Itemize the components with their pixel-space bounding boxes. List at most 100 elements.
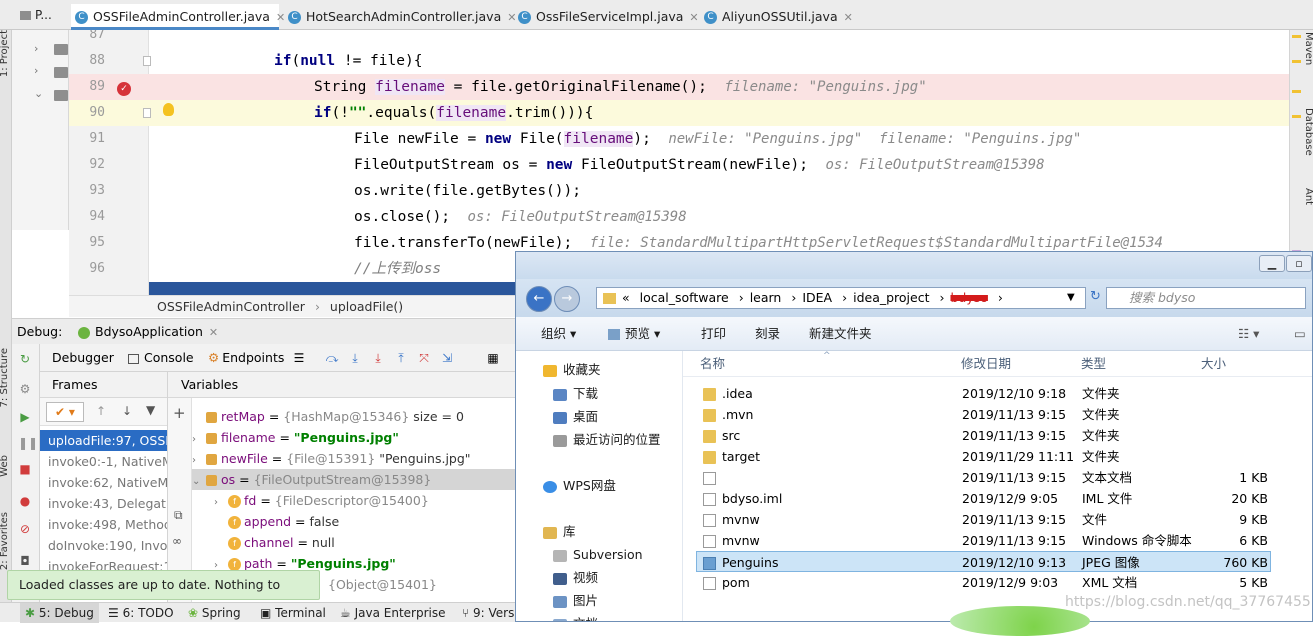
- burn-button[interactable]: 刻录: [755, 317, 780, 351]
- run-to-cursor-icon[interactable]: ⇲: [440, 351, 454, 365]
- fold-marker-icon[interactable]: [143, 108, 151, 118]
- forward-button[interactable]: →: [554, 286, 580, 312]
- status-terminal[interactable]: ▣ Terminal: [260, 603, 326, 623]
- file-row[interactable]: target 2019/11/29 11:11 文件夹: [696, 446, 1271, 467]
- nav-wps-drive[interactable]: WPS网盘: [543, 475, 616, 497]
- thread-select-dropdown[interactable]: ✔ ▾: [46, 402, 84, 422]
- frame-item[interactable]: invoke:498, Method: [40, 514, 167, 535]
- nav-downloads[interactable]: 下载: [553, 383, 598, 405]
- filter-icon[interactable]: ▼: [146, 403, 155, 417]
- file-row[interactable]: pom 2019/12/9 9:03 XML 文档 5 KB: [696, 572, 1271, 593]
- nav-favorites[interactable]: 收藏夹: [543, 359, 601, 381]
- tab-endpoints[interactable]: ⚙ Endpoints: [208, 344, 284, 372]
- view-options-icon[interactable]: ☷ ▾: [1238, 317, 1259, 351]
- variable-row[interactable]: f append = false: [192, 511, 518, 532]
- menu-icon[interactable]: ☰: [292, 351, 306, 365]
- search-input[interactable]: 搜索 bdyso: [1106, 287, 1306, 309]
- nav-recent[interactable]: 最近访问的位置: [553, 429, 661, 451]
- variable-row-selected[interactable]: ⌄ os = {FileOutputStream@15398}: [192, 469, 518, 490]
- address-separator[interactable]: ›: [842, 290, 847, 305]
- step-into-icon[interactable]: ⤓: [348, 351, 362, 365]
- chevron-right-icon[interactable]: ›: [192, 429, 206, 450]
- frame-item[interactable]: doInvoke:190, Invoca: [40, 535, 167, 556]
- address-input[interactable]: « local_software › learn › IDEA › idea_proj…: [596, 287, 1086, 309]
- address-separator[interactable]: ›: [791, 290, 796, 305]
- chevron-down-icon[interactable]: ▼: [1067, 288, 1075, 308]
- debug-config-tab[interactable]: BdysoApplication ✕: [78, 319, 218, 346]
- organize-button[interactable]: 组织 ▾: [541, 317, 576, 351]
- structure-tool-window[interactable]: 7: Structure: [0, 348, 10, 407]
- address-separator[interactable]: ›: [998, 290, 1003, 305]
- file-row[interactable]: 2019/11/13 9:15 文本文档 1 KB: [696, 467, 1271, 488]
- glasses-icon[interactable]: ∞: [172, 534, 182, 548]
- settings-icon[interactable]: ⚙: [18, 382, 32, 396]
- chevron-right-icon[interactable]: ›: [34, 64, 38, 77]
- address-separator[interactable]: ›: [939, 290, 944, 305]
- refresh-icon[interactable]: ↻: [1090, 289, 1104, 307]
- favorites-tool-window[interactable]: 2: Favorites: [0, 512, 10, 570]
- drop-frame-icon[interactable]: ⤧: [417, 351, 431, 365]
- web-tool-window[interactable]: Web: [0, 455, 10, 477]
- project-tool-window[interactable]: 1: Project: [0, 30, 10, 77]
- close-icon[interactable]: ✕: [844, 11, 853, 24]
- project-tab[interactable]: P...: [20, 0, 52, 30]
- frame-item[interactable]: invoke:62, NativeMet: [40, 472, 167, 493]
- address-segment[interactable]: local_software: [640, 290, 729, 305]
- preview-button[interactable]: 预览 ▾: [608, 317, 660, 351]
- copy-icon[interactable]: ⧉: [174, 508, 183, 523]
- file-row[interactable]: src 2019/11/13 9:15 文件夹: [696, 425, 1271, 446]
- new-folder-button[interactable]: 新建文件夹: [809, 317, 872, 351]
- step-out-icon[interactable]: ⤒: [394, 351, 408, 365]
- tab-ossfileserviceimpl[interactable]: C OssFileServiceImpl.java ✕: [514, 4, 700, 30]
- breadcrumb-method[interactable]: uploadFile(): [330, 299, 403, 314]
- back-button[interactable]: ←: [526, 286, 552, 312]
- address-segment-redacted[interactable]: bdyso: [950, 290, 987, 305]
- rerun-icon[interactable]: ↻: [18, 352, 32, 366]
- column-date[interactable]: 修改日期: [961, 351, 1011, 377]
- status-spring[interactable]: ❀ Spring: [188, 603, 241, 623]
- tab-console[interactable]: Console: [128, 344, 194, 372]
- address-more[interactable]: «: [622, 290, 630, 305]
- evaluate-icon[interactable]: ▦: [486, 351, 500, 365]
- add-watch-icon[interactable]: +: [173, 404, 186, 422]
- maven-tool-window[interactable]: Maven: [1303, 32, 1313, 65]
- status-java-enterprise[interactable]: ☕ Java Enterprise: [340, 603, 445, 623]
- arrow-up-icon[interactable]: ↑: [96, 404, 106, 418]
- address-separator[interactable]: ›: [739, 290, 744, 305]
- preview-pane-icon[interactable]: ▭: [1294, 317, 1306, 351]
- ant-tool-window[interactable]: Ant: [1303, 188, 1313, 205]
- tab-ossfileadmincontroller[interactable]: C OSSFileAdminController.java ✕: [71, 4, 285, 30]
- database-tool-window[interactable]: Database: [1303, 108, 1313, 156]
- maximize-button[interactable]: ▫: [1286, 255, 1312, 272]
- force-step-into-icon[interactable]: ⤓: [371, 351, 385, 365]
- chevron-right-icon[interactable]: ›: [214, 492, 228, 513]
- tab-hotsearchadmincontroller[interactable]: C HotSearchAdminController.java ✕: [284, 4, 516, 30]
- nav-documents[interactable]: 文档: [553, 613, 598, 621]
- notification-toast[interactable]: Loaded classes are up to date. Nothing t…: [7, 570, 320, 620]
- status-version-control[interactable]: ⑂ 9: Versi: [462, 603, 518, 623]
- variable-row[interactable]: retMap = {HashMap@15346} size = 0: [192, 406, 518, 427]
- tab-aliyunossutil[interactable]: C AliyunOSSUtil.java ✕: [700, 4, 853, 30]
- chevron-right-icon[interactable]: ›: [192, 450, 206, 471]
- chevron-down-icon[interactable]: ⌄: [34, 87, 43, 100]
- nav-subversion[interactable]: Subversion: [553, 544, 643, 566]
- file-row[interactable]: .mvn 2019/11/13 9:15 文件夹: [696, 404, 1271, 425]
- resume-icon[interactable]: ▶: [18, 410, 32, 424]
- nav-libraries[interactable]: 库: [543, 521, 576, 543]
- warning-marker[interactable]: [1292, 60, 1301, 63]
- status-todo[interactable]: ☰ 6: TODO: [108, 603, 174, 623]
- warning-marker[interactable]: [1292, 115, 1301, 118]
- frame-item[interactable]: invoke:43, Delegatin: [40, 493, 167, 514]
- minimize-button[interactable]: ▁: [1259, 255, 1285, 272]
- frame-item[interactable]: uploadFile:97, OSSFil: [40, 430, 167, 451]
- chevron-right-icon[interactable]: ›: [34, 42, 38, 55]
- file-row[interactable]: mvnw 2019/11/13 9:15 文件 9 KB: [696, 509, 1271, 530]
- file-row[interactable]: mvnw 2019/11/13 9:15 Windows 命令脚本 6 KB: [696, 530, 1271, 551]
- address-segment[interactable]: IDEA: [802, 290, 832, 305]
- file-row-selected[interactable]: Penguins 2019/12/10 9:13 JPEG 图像 760 KB: [696, 551, 1271, 572]
- variable-row[interactable]: › filename = "Penguins.jpg": [192, 427, 518, 448]
- camera-icon[interactable]: ◘: [18, 554, 32, 568]
- file-row[interactable]: bdyso.iml 2019/12/9 9:05 IML 文件 20 KB: [696, 488, 1271, 509]
- mute-breakpoints-icon[interactable]: ⊘: [18, 522, 32, 536]
- close-icon[interactable]: ✕: [209, 326, 218, 339]
